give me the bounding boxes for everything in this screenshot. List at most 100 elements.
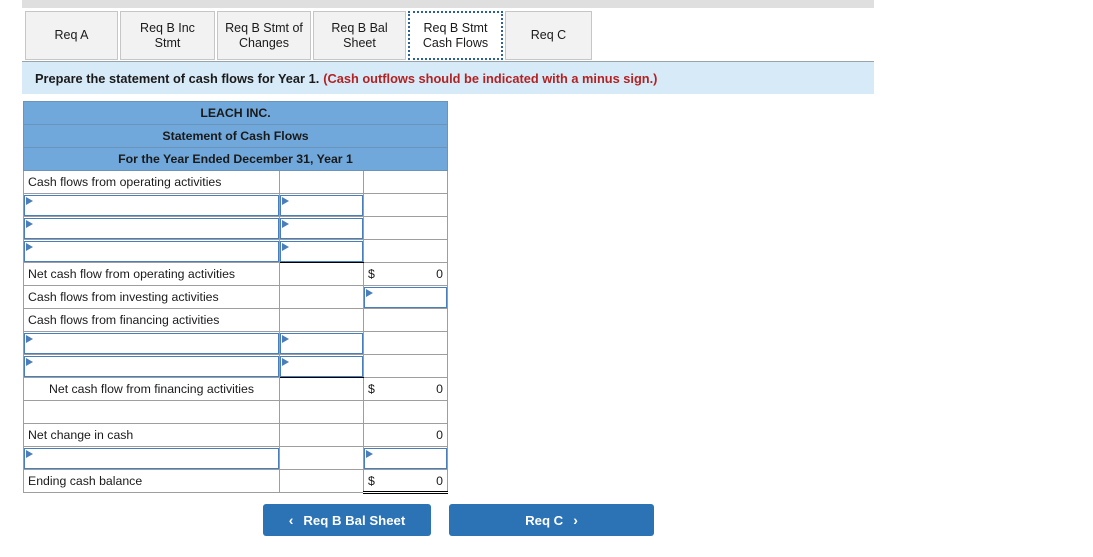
prev-requirement-button[interactable]: ‹ Req B Bal Sheet bbox=[263, 504, 431, 536]
table-header-row-period: For the Year Ended December 31, Year 1 bbox=[22, 147, 449, 171]
instruction-banner: Prepare the statement of cash flows for … bbox=[22, 61, 874, 94]
statement-of-cash-flows-table: LEACH INC. Statement of Cash Flows For t… bbox=[22, 101, 449, 494]
table-row bbox=[23, 354, 449, 378]
statement-name: Statement of Cash Flows bbox=[22, 124, 449, 148]
statement-period: For the Year Ended December 31, Year 1 bbox=[22, 147, 449, 171]
table-row: Net cash flow from operating activities … bbox=[23, 262, 449, 286]
amount-dropdown[interactable] bbox=[280, 217, 363, 239]
page-root: Req A Req B Inc Stmt Req B Stmt of Chang… bbox=[0, 0, 1093, 557]
tab-label: Req C bbox=[530, 28, 567, 42]
account-dropdown[interactable] bbox=[24, 217, 279, 239]
account-dropdown[interactable] bbox=[24, 194, 279, 216]
tab-label: Req B Inc Stmt bbox=[140, 20, 195, 50]
table-row: Cash flows from investing activities bbox=[23, 285, 449, 309]
table-row: Ending cash balance $ 0 bbox=[23, 469, 449, 494]
row-label-select-cell[interactable] bbox=[23, 446, 280, 470]
tab-req-b-stmt-cash-flows[interactable]: Req B Stmt Cash Flows bbox=[408, 11, 503, 60]
row-amount-cell bbox=[362, 239, 449, 263]
row-mid-cell bbox=[279, 285, 364, 309]
row-mid-cell bbox=[279, 262, 364, 286]
row-label: Cash flows from financing activities bbox=[23, 308, 280, 332]
account-dropdown[interactable] bbox=[24, 240, 279, 262]
amount-dropdown[interactable] bbox=[280, 332, 363, 354]
row-mid-cell bbox=[279, 446, 364, 470]
row-label: Cash flows from operating activities bbox=[23, 170, 280, 194]
row-amount-cell bbox=[362, 400, 449, 424]
row-amount-select-cell[interactable] bbox=[362, 446, 449, 470]
table-row bbox=[23, 239, 449, 263]
amount-dropdown[interactable] bbox=[280, 355, 363, 377]
tab-label: Req B Stmt Cash Flows bbox=[422, 20, 489, 50]
row-label: Ending cash balance bbox=[23, 469, 280, 493]
table-row bbox=[23, 446, 449, 470]
account-dropdown[interactable] bbox=[24, 332, 279, 354]
row-amount-cell bbox=[362, 193, 449, 217]
table-row bbox=[23, 331, 449, 355]
row-mid-select-cell[interactable] bbox=[279, 216, 364, 240]
row-amount-cell bbox=[362, 331, 449, 355]
tab-label: Req A bbox=[54, 28, 89, 42]
company-name: LEACH INC. bbox=[22, 101, 449, 125]
chevron-right-icon: › bbox=[573, 512, 578, 528]
amount-dropdown[interactable] bbox=[280, 194, 363, 216]
row-label bbox=[23, 400, 280, 424]
row-mid-cell bbox=[279, 400, 364, 424]
tab-req-b-stmt-of-changes[interactable]: Req B Stmt of Changes bbox=[217, 11, 311, 60]
amount-dropdown[interactable] bbox=[364, 447, 448, 469]
tab-req-a[interactable]: Req A bbox=[25, 11, 118, 60]
top-gray-strip bbox=[22, 0, 874, 8]
row-amount-cell: $ 0 bbox=[362, 262, 449, 286]
currency-symbol: $ bbox=[368, 473, 375, 488]
table-row bbox=[23, 193, 449, 217]
amount-value: 0 bbox=[436, 473, 444, 488]
row-amount-cell bbox=[362, 216, 449, 240]
row-mid-select-cell[interactable] bbox=[279, 331, 364, 355]
row-amount-cell bbox=[362, 170, 449, 194]
instruction-text: Prepare the statement of cash flows for … bbox=[35, 70, 320, 86]
table-header-row-statement: Statement of Cash Flows bbox=[22, 124, 449, 148]
row-label-select-cell[interactable] bbox=[23, 193, 280, 217]
tab-req-c[interactable]: Req C bbox=[505, 11, 592, 60]
amount-value: 0 bbox=[362, 423, 449, 447]
tab-label: Req B Bal Sheet bbox=[331, 20, 388, 50]
row-amount-cell: $ 0 bbox=[362, 469, 449, 494]
table-row: Net cash flow from financing activities … bbox=[23, 377, 449, 401]
prev-button-label: Req B Bal Sheet bbox=[303, 512, 406, 528]
row-label-select-cell[interactable] bbox=[23, 239, 280, 263]
row-label-select-cell[interactable] bbox=[23, 354, 280, 378]
row-mid-select-cell[interactable] bbox=[279, 239, 364, 263]
currency-symbol: $ bbox=[368, 267, 375, 281]
tab-req-b-inc-stmt[interactable]: Req B Inc Stmt bbox=[120, 11, 215, 60]
table-row: Cash flows from operating activities bbox=[23, 170, 449, 194]
table-row bbox=[23, 400, 449, 424]
next-button-label: Req C bbox=[525, 512, 564, 528]
currency-symbol: $ bbox=[368, 382, 375, 396]
account-dropdown[interactable] bbox=[24, 355, 279, 377]
amount-value: 0 bbox=[436, 267, 444, 281]
account-dropdown[interactable] bbox=[24, 447, 279, 469]
row-label: Net cash flow from financing activities bbox=[23, 377, 280, 401]
table-row bbox=[23, 216, 449, 240]
row-mid-cell bbox=[279, 423, 364, 447]
tab-label: Req B Stmt of Changes bbox=[225, 20, 303, 50]
row-mid-cell bbox=[279, 170, 364, 194]
next-requirement-button[interactable]: Req C › bbox=[449, 504, 654, 536]
row-mid-select-cell[interactable] bbox=[279, 193, 364, 217]
row-label: Net change in cash bbox=[23, 423, 280, 447]
row-amount-cell: $ 0 bbox=[362, 377, 449, 401]
instruction-hint: (Cash outflows should be indicated with … bbox=[323, 70, 658, 86]
amount-dropdown[interactable] bbox=[364, 286, 448, 308]
row-label-select-cell[interactable] bbox=[23, 331, 280, 355]
row-mid-cell bbox=[279, 377, 364, 401]
row-label-select-cell[interactable] bbox=[23, 216, 280, 240]
amount-value: 0 bbox=[436, 382, 444, 396]
tab-req-b-bal-sheet[interactable]: Req B Bal Sheet bbox=[313, 11, 406, 60]
row-label: Net cash flow from operating activities bbox=[23, 262, 280, 286]
amount-dropdown[interactable] bbox=[280, 240, 363, 262]
table-row: Cash flows from financing activities bbox=[23, 308, 449, 332]
row-mid-select-cell[interactable] bbox=[279, 354, 364, 378]
row-amount-select-cell[interactable] bbox=[362, 285, 449, 309]
row-amount-cell bbox=[362, 354, 449, 378]
table-row: Net change in cash 0 bbox=[23, 423, 449, 447]
row-mid-cell bbox=[279, 308, 364, 332]
